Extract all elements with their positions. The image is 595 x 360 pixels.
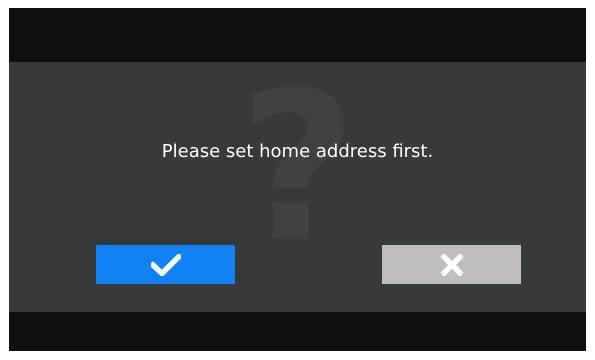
- dialog-message: Please set home address first.: [161, 141, 434, 162]
- question-mark-watermark-icon: ?: [238, 49, 357, 287]
- device-screen: ? Please set home address first.: [9, 8, 586, 351]
- checkmark-icon: [150, 253, 181, 276]
- confirmation-dialog: ? Please set home address first.: [9, 62, 586, 312]
- confirm-button[interactable]: [96, 245, 235, 284]
- cancel-button[interactable]: [382, 245, 521, 284]
- close-x-icon: [440, 253, 463, 276]
